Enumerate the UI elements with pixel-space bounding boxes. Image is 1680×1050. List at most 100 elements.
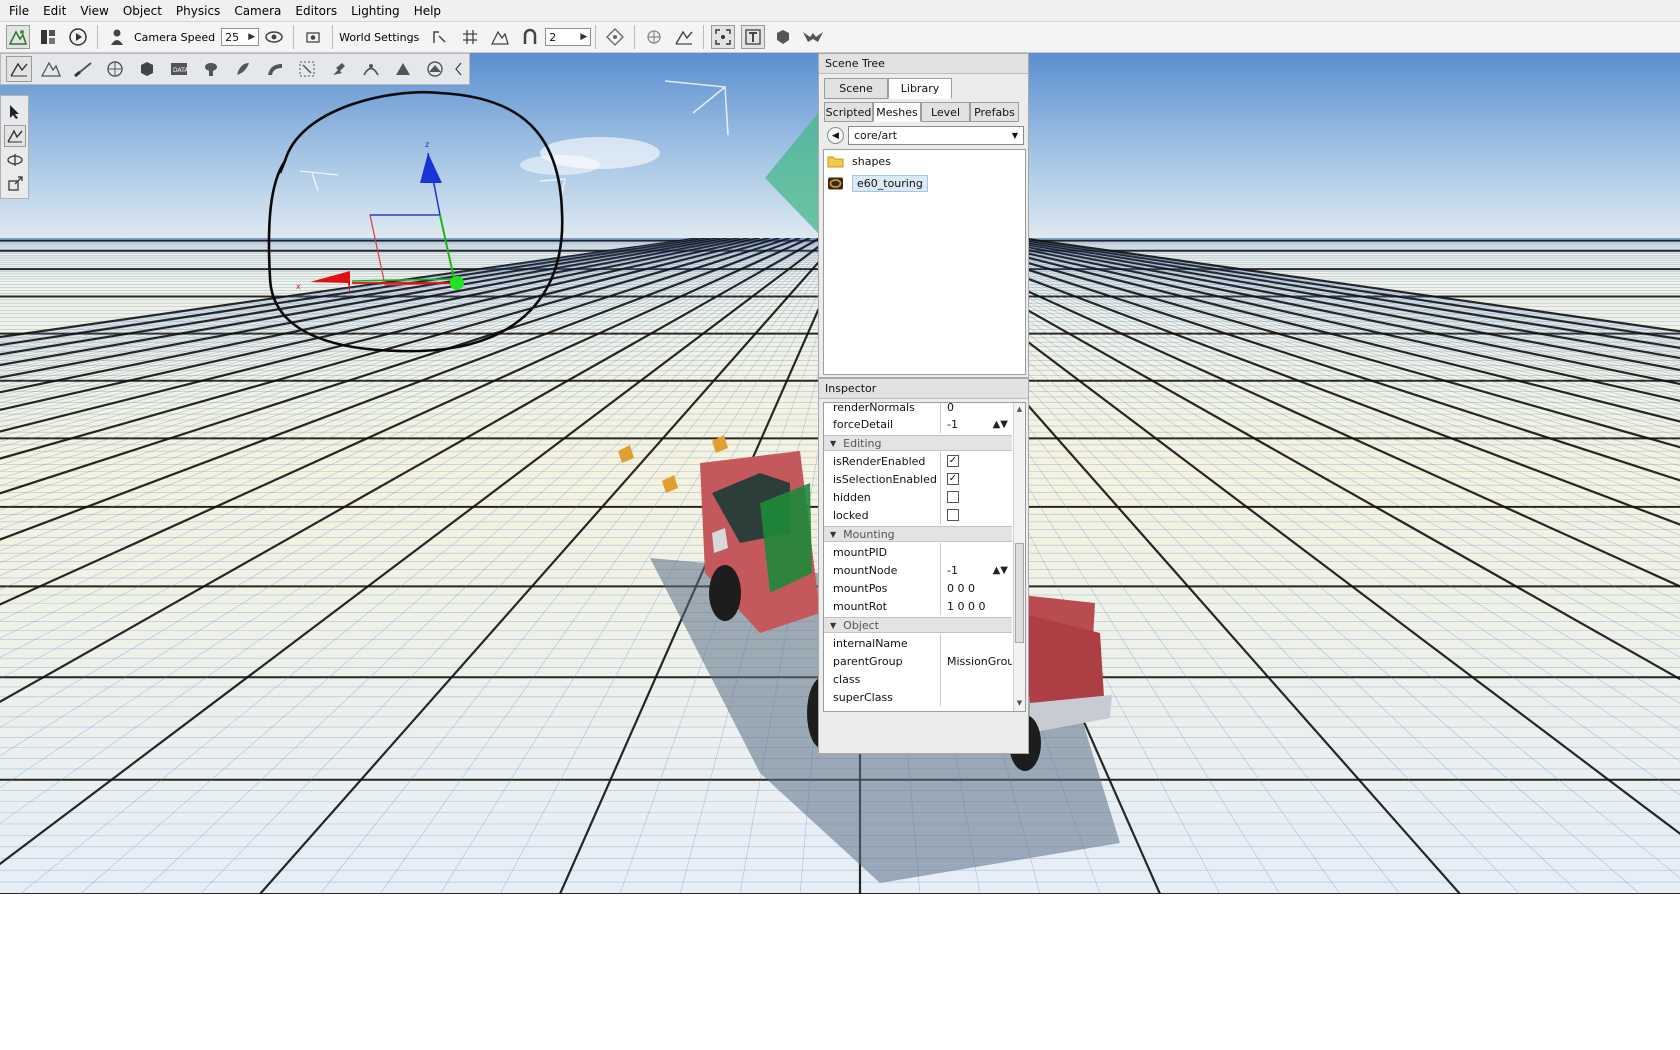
gui-editor-icon[interactable] bbox=[36, 25, 60, 49]
grid-snap-icon[interactable] bbox=[458, 25, 482, 49]
library-file-list: shapes e60_touring bbox=[823, 149, 1026, 375]
subtab-prefabs[interactable]: Prefabs bbox=[970, 102, 1019, 122]
checkbox[interactable]: ✓ bbox=[947, 455, 959, 467]
scroll-up-icon[interactable]: ▲ bbox=[1014, 405, 1025, 415]
terrain-painter-icon[interactable] bbox=[70, 56, 96, 82]
scene-tree-title: Scene Tree bbox=[819, 54, 1028, 74]
camera-speed-input[interactable]: 25 ▶ bbox=[221, 28, 260, 46]
menu-view[interactable]: View bbox=[73, 0, 115, 22]
checkbox[interactable] bbox=[947, 491, 959, 503]
inspector-panel: Inspector renderNormals 0 forceDetail -1… bbox=[818, 378, 1029, 754]
terrain-editor-icon[interactable] bbox=[38, 56, 64, 82]
field-key: locked bbox=[824, 506, 941, 524]
inspector-fields: renderNormals 0 forceDetail -1 ▲▼ ▼ Editin… bbox=[823, 402, 1026, 712]
terrain-snap-icon[interactable] bbox=[488, 25, 512, 49]
fit-selection-icon[interactable] bbox=[711, 25, 736, 49]
world-editor-icon[interactable] bbox=[6, 25, 30, 49]
sketch-tool-icon[interactable] bbox=[134, 56, 160, 82]
field-row: superClass bbox=[824, 688, 1012, 706]
move-tool-icon[interactable] bbox=[3, 125, 26, 147]
subtab-scripted[interactable]: Scripted bbox=[824, 102, 873, 122]
menu-physics[interactable]: Physics bbox=[169, 0, 227, 22]
list-item[interactable]: e60_touring bbox=[824, 172, 1025, 194]
world-settings-label[interactable]: World Settings bbox=[339, 31, 419, 44]
field-value[interactable]: MissionGrou bbox=[941, 655, 1012, 668]
collapse-toolbar-icon[interactable] bbox=[454, 56, 464, 82]
snap-value: 2 bbox=[549, 30, 557, 44]
group-header-editing[interactable]: ▼ Editing bbox=[824, 435, 1012, 451]
decal-editor-icon[interactable] bbox=[230, 56, 256, 82]
path-dropdown[interactable]: core/art ▼ bbox=[848, 126, 1024, 145]
list-item-label: e60_touring bbox=[852, 174, 928, 192]
bird-icon[interactable] bbox=[801, 25, 825, 49]
field-value[interactable]: -1 ▲▼ bbox=[941, 418, 1012, 431]
collapse-triangle-icon: ▼ bbox=[830, 620, 837, 630]
field-value-text: -1 bbox=[947, 563, 958, 577]
menu-editors[interactable]: Editors bbox=[288, 0, 344, 22]
group-label: Object bbox=[843, 618, 879, 632]
field-value[interactable]: 0 0 0 bbox=[941, 582, 1012, 595]
camera-person-icon[interactable] bbox=[105, 25, 129, 49]
rotate-tool-icon[interactable] bbox=[4, 149, 26, 171]
field-value[interactable]: 0 bbox=[941, 403, 1012, 414]
datablock-editor-icon[interactable]: DATA bbox=[166, 56, 192, 82]
select-arrow-icon[interactable] bbox=[4, 101, 26, 123]
select-objects-icon[interactable] bbox=[771, 25, 795, 49]
drop-at-icon[interactable] bbox=[642, 25, 666, 49]
inspector-scrollbar[interactable]: ▲ ▼ bbox=[1013, 403, 1025, 711]
screenshot-icon[interactable] bbox=[301, 25, 325, 49]
menu-file[interactable]: File bbox=[2, 0, 36, 22]
checkbox[interactable]: ✓ bbox=[947, 473, 959, 485]
scrollbar-thumb[interactable] bbox=[1015, 543, 1024, 643]
river-editor-icon[interactable] bbox=[326, 56, 352, 82]
camera-speed-value: 25 bbox=[225, 30, 240, 44]
subtab-meshes[interactable]: Meshes bbox=[873, 102, 921, 122]
field-key: hidden bbox=[824, 488, 941, 506]
menu-lighting[interactable]: Lighting bbox=[344, 0, 407, 22]
field-key: mountPID bbox=[824, 543, 941, 561]
tab-scene[interactable]: Scene bbox=[824, 78, 888, 99]
eye-icon[interactable] bbox=[262, 25, 286, 49]
snap-value-input[interactable]: 2 ▶ bbox=[545, 28, 592, 46]
field-value[interactable]: -1 ▲▼ bbox=[941, 564, 1012, 577]
forest-editor-icon[interactable] bbox=[198, 56, 224, 82]
menu-edit[interactable]: Edit bbox=[36, 0, 73, 22]
object-editor-icon[interactable] bbox=[6, 56, 32, 82]
menu-help[interactable]: Help bbox=[407, 0, 448, 22]
field-value[interactable]: 1 0 0 0 bbox=[941, 600, 1012, 613]
checkbox[interactable] bbox=[947, 509, 959, 521]
group-header-object[interactable]: ▼ Object bbox=[824, 617, 1012, 633]
tool-palette bbox=[0, 95, 29, 199]
subtab-level[interactable]: Level bbox=[921, 102, 970, 122]
play-icon[interactable] bbox=[66, 25, 90, 49]
navmesh-editor-icon[interactable] bbox=[390, 56, 416, 82]
scroll-down-icon[interactable]: ▼ bbox=[1014, 699, 1025, 709]
spinner-icon[interactable]: ▲▼ bbox=[993, 565, 1008, 576]
back-arrow-icon[interactable]: ◀ bbox=[827, 127, 844, 144]
particle-editor-icon[interactable] bbox=[358, 56, 384, 82]
snap-rotation-icon[interactable] bbox=[428, 25, 452, 49]
collapse-triangle-icon: ▼ bbox=[830, 438, 837, 448]
chevron-right-icon[interactable]: ▶ bbox=[248, 32, 255, 42]
field-key: forceDetail bbox=[824, 415, 941, 433]
chevron-right-icon[interactable]: ▶ bbox=[580, 32, 587, 42]
mesh-road-editor-icon[interactable] bbox=[294, 56, 320, 82]
scene-tree-panel: Scene Tree Scene Library Scripted Meshes… bbox=[818, 53, 1029, 378]
object-transform-icon[interactable] bbox=[672, 25, 696, 49]
group-header-mounting[interactable]: ▼ Mounting bbox=[824, 526, 1012, 542]
spinner-icon[interactable]: ▲▼ bbox=[993, 419, 1008, 430]
scale-tool-icon[interactable] bbox=[4, 173, 26, 195]
magnet-icon[interactable] bbox=[518, 25, 542, 49]
tab-library[interactable]: Library bbox=[888, 78, 952, 99]
text-labels-icon[interactable] bbox=[741, 25, 766, 49]
field-key: superClass bbox=[824, 688, 941, 706]
center-object-icon[interactable] bbox=[603, 25, 627, 49]
menu-camera[interactable]: Camera bbox=[227, 0, 288, 22]
material-editor-icon[interactable] bbox=[102, 56, 128, 82]
road-editor-icon[interactable] bbox=[262, 56, 288, 82]
main-toolbar: Camera Speed 25 ▶ World Settings 2 ▶ bbox=[0, 22, 1680, 53]
list-item[interactable]: shapes bbox=[824, 150, 1025, 172]
gizmo-z-label: z bbox=[425, 140, 429, 149]
menu-object[interactable]: Object bbox=[116, 0, 169, 22]
shape-editor-icon[interactable] bbox=[422, 56, 448, 82]
